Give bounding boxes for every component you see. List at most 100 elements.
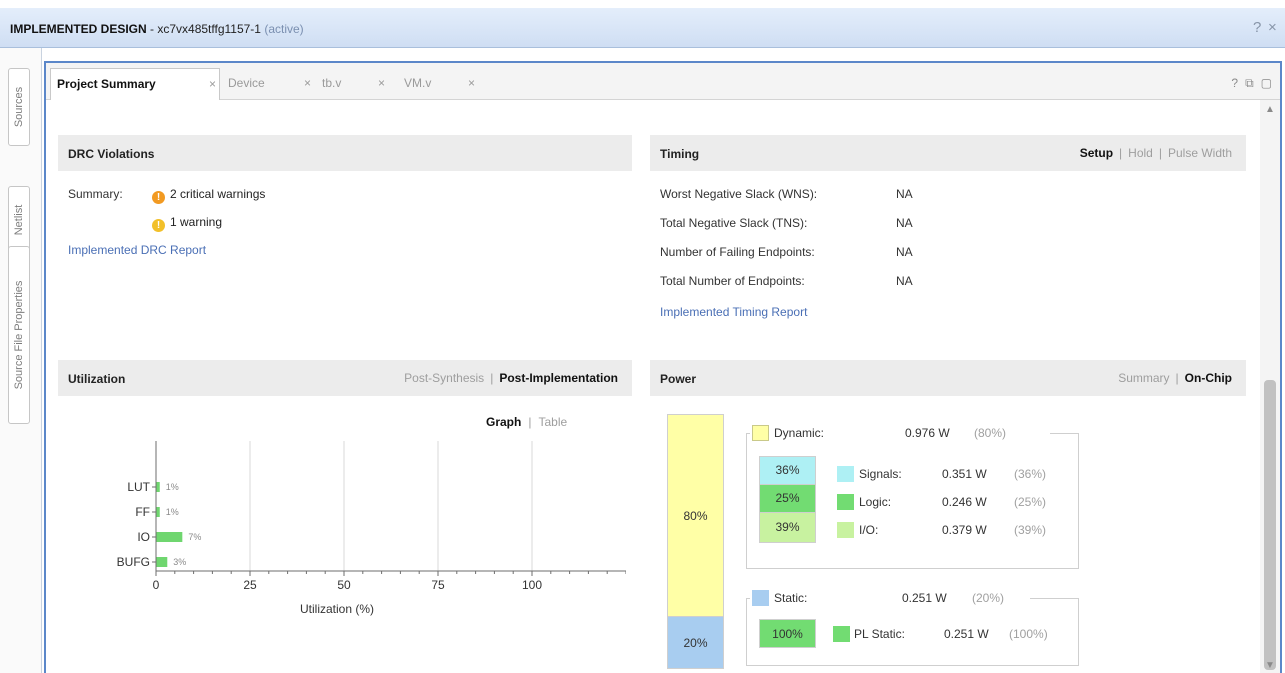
timing-option-pulse-width[interactable]: Pulse Width [1168,146,1232,160]
signals-swatch [837,466,854,482]
timing-report-link[interactable]: Implemented Timing Report [660,305,807,319]
y-tick-label: IO [137,530,150,544]
drc-critical-row[interactable]: ! 2 critical warnings [152,187,265,204]
side-tab-netlist-label: Netlist [13,204,25,236]
close-icon[interactable]: × [1268,19,1277,36]
view-option-graph[interactable]: Graph [486,415,521,429]
scroll-up-icon[interactable]: ▲ [1265,104,1275,115]
y-tick-label: BUFG [117,555,150,569]
signals-value: 0.351 W [942,467,987,481]
warning-icon: ! [152,219,165,232]
tab-project-summary[interactable]: Project Summary × [50,68,220,100]
tab-tb-v[interactable]: tb.v × [322,71,385,100]
float-icon[interactable]: ⧉ [1245,76,1254,90]
dynamic-cell-logic: 25% [760,485,815,513]
timing-option-setup[interactable]: Setup [1080,146,1113,160]
view-option-table[interactable]: Table [538,415,567,429]
utilization-bar [156,482,160,492]
side-tab-strip: Sources Netlist Source File Properties [0,48,42,673]
close-icon[interactable]: × [468,76,475,90]
dynamic-swatch [752,425,769,441]
io-pct: (39%) [1014,523,1047,537]
scrollbar-thumb[interactable] [1264,380,1276,670]
timing-title: Timing [660,147,700,161]
question-icon[interactable]: ? [1253,19,1261,36]
utilization-bar [156,532,183,542]
close-icon[interactable]: × [378,76,385,90]
drc-warning-row[interactable]: ! 1 warning [152,215,222,232]
timing-tns-value: NA [896,216,913,230]
timing-total-value: NA [896,274,913,288]
dynamic-cell-signals-label: 36% [775,463,800,477]
maximize-icon[interactable]: ▢ [1261,76,1272,90]
static-pct: (20%) [972,591,1005,605]
utilization-bar [156,507,160,517]
tab-bar-icons: ? ⧉ ▢ [1224,76,1272,91]
x-tick-label: 25 [243,578,257,592]
utilization-option-post-synthesis[interactable]: Post-Synthesis [404,371,484,385]
dynamic-cell-logic-label: 25% [775,491,800,505]
timing-header: Timing Setup | Hold | Pulse Width [650,135,1246,171]
y-tick-label: LUT [127,480,150,494]
x-tick-label: 0 [153,578,160,592]
pl-static-swatch [833,626,850,642]
critical-warning-icon: ! [152,191,165,204]
static-label: Static: [774,591,808,605]
logic-value: 0.246 W [942,495,987,509]
tab-device[interactable]: Device × [228,71,311,100]
io-value: 0.379 W [942,523,987,537]
drc-report-link[interactable]: Implemented DRC Report [68,243,206,257]
drc-title: DRC Violations [68,147,155,161]
power-option-on-chip[interactable]: On-Chip [1185,371,1232,385]
timing-wns-value: NA [896,187,913,201]
pl-static-pct: (100%) [1009,627,1048,641]
dynamic-pct: (80%) [974,426,1007,440]
window-titlebar: IMPLEMENTED DESIGN - xc7vx485tffg1157-1 … [0,8,1285,48]
pl-static-value: 0.251 W [944,627,989,641]
timing-failing-value: NA [896,245,913,259]
vertical-scrollbar[interactable]: ▲ ▼ [1260,100,1280,673]
side-tab-sfp-label: Source File Properties [13,280,25,390]
static-value: 0.251 W [902,591,947,605]
signals-label: Signals: [859,467,902,481]
power-header: Power Summary | On-Chip [650,360,1246,396]
window-title-design: IMPLEMENTED DESIGN [10,22,147,36]
utilization-title: Utilization [68,372,126,386]
y-tick-label: FF [135,505,150,519]
utilization-bar [156,557,168,567]
bar-value-label: 1% [166,482,179,492]
window-title-part: - xc7vx485tffg1157-1 [146,22,265,36]
power-option-summary[interactable]: Summary [1118,371,1169,385]
chart-grid [249,441,533,571]
static-legend-row: Static: 0.251 W (20%) [750,586,1030,610]
chart-xlabel: Utilization (%) [300,602,374,616]
tab-project-summary-label: Project Summary [57,77,156,91]
dynamic-value: 0.976 W [905,426,950,440]
utilization-option-post-implementation[interactable]: Post-Implementation [499,371,618,385]
timing-option-hold[interactable]: Hold [1128,146,1153,160]
static-cell-pl-label: 100% [772,627,803,641]
x-tick-label: 75 [431,578,445,592]
side-tab-netlist[interactable]: Netlist [8,186,30,254]
utilization-chart: 1% 1% 7% 3% 0 25 50 75 100 LUT FF IO BUFG Utilizati… [117,441,626,616]
io-swatch [837,522,854,538]
io-label: I/O: [859,523,879,537]
drc-summary-label: Summary: [68,187,123,201]
tab-vm-v[interactable]: VM.v × [404,71,475,100]
signals-pct: (36%) [1014,467,1047,481]
dynamic-cell-signals: 36% [760,457,815,485]
power-bar-static-label: 20% [683,635,708,650]
static-cell-pl: 100% [759,619,816,648]
close-icon[interactable]: × [209,77,216,91]
close-icon[interactable]: × [304,76,311,90]
help-icon[interactable]: ? [1231,76,1238,90]
logic-label: Logic: [859,495,892,509]
scroll-down-icon[interactable]: ▼ [1265,660,1275,671]
side-tab-sources-label: Sources [13,86,25,128]
power-options: Summary | On-Chip [1118,371,1232,385]
side-tab-sources[interactable]: Sources [8,68,30,146]
tab-vm-v-label: VM.v [404,76,432,90]
utilization-view-options: Graph | Table [486,415,568,429]
drc-warning-text: 1 warning [170,215,223,229]
side-tab-source-file-properties[interactable]: Source File Properties [8,246,30,424]
